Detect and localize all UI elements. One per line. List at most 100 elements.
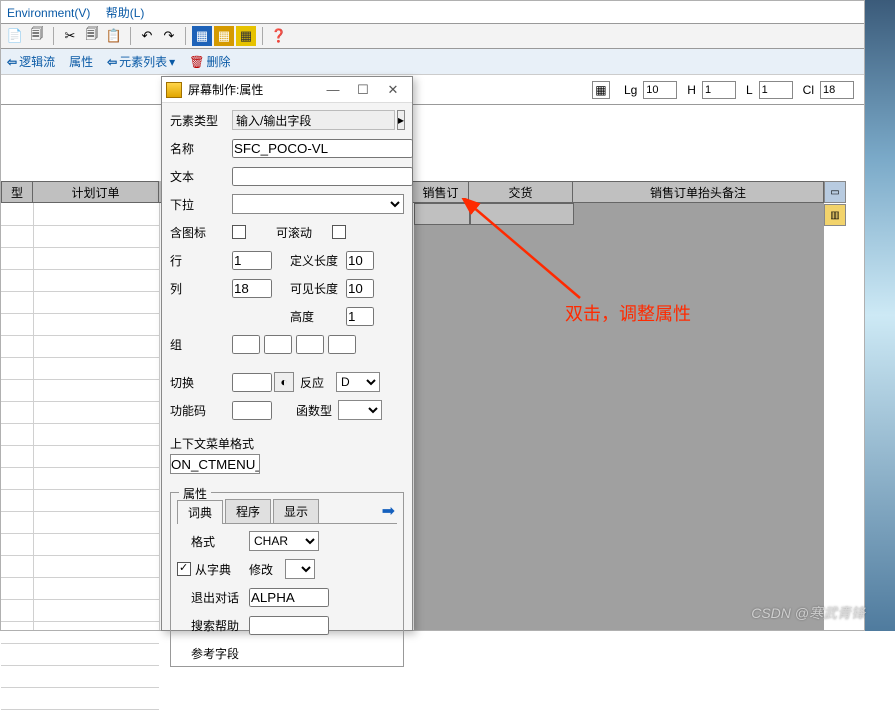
ftype-label: 函数型 [296, 402, 338, 419]
close-icon[interactable]: ✕ [378, 80, 408, 100]
switch-picker-icon[interactable]: ◐ [274, 372, 294, 392]
help-icon[interactable]: ❓ [269, 26, 289, 46]
col-plan-order[interactable]: 计划订单 [33, 181, 159, 202]
col-sales-order[interactable]: 销售订 [413, 181, 469, 202]
elem-type-picker-icon[interactable]: ▸ [397, 110, 405, 130]
text-input[interactable] [232, 167, 413, 186]
palette-layout[interactable]: ▥ [824, 204, 846, 226]
switch-label: 切换 [170, 374, 232, 391]
col-delivery[interactable]: 交货 [469, 181, 573, 202]
react-label: 反应 [300, 374, 336, 391]
dialog-titlebar[interactable]: 屏幕制作:属性 — ☐ ✕ [162, 77, 412, 103]
vislen-label: 可见长度 [290, 280, 346, 297]
tab-dictionary[interactable]: 词典 [177, 500, 223, 524]
group3-input[interactable] [296, 335, 324, 354]
scrollable-checkbox[interactable] [332, 225, 346, 239]
properties-dialog: 屏幕制作:属性 — ☐ ✕ 元素类型 ▸ 名称 文本 下拉 含图标 可滚动 [161, 76, 413, 631]
subbar-elemlist[interactable]: ⇦元素列表▾ [107, 53, 175, 70]
redo-icon[interactable]: ↷ [159, 26, 179, 46]
dialog-icon [166, 82, 182, 98]
desktop-edge [865, 0, 895, 631]
editor-canvas[interactable]: 型 计划订单 销售订 交货 销售订单抬头备注 ▭ ▥ [1, 109, 864, 630]
toolbar-btn-2[interactable]: 🗐 [27, 26, 47, 46]
react-select[interactable]: D [336, 372, 380, 392]
menubar: Environment(V) 帮助(L) [1, 1, 864, 23]
col-input[interactable] [232, 279, 272, 298]
ftype-select[interactable] [338, 400, 382, 420]
cut-icon[interactable]: ✂ [60, 26, 80, 46]
col-label: 列 [170, 280, 232, 297]
l-input[interactable] [759, 81, 793, 99]
fcode-label: 功能码 [170, 402, 232, 419]
format-select[interactable]: CHAR [249, 531, 319, 551]
undo-icon[interactable]: ↶ [137, 26, 157, 46]
toolbar-color-orange[interactable]: ▦ [214, 26, 234, 46]
tab-next-icon[interactable]: ➡ [382, 501, 397, 521]
col-type[interactable]: 型 [1, 181, 33, 202]
dialog-title: 屏幕制作:属性 [188, 81, 318, 98]
minimize-icon[interactable]: — [318, 80, 348, 100]
lg-input[interactable] [643, 81, 677, 99]
group2-input[interactable] [264, 335, 292, 354]
tab-display[interactable]: 显示 [273, 499, 319, 523]
info-bar: ▦ Lg H L Cl [1, 75, 864, 105]
annotation-text: 双击，调整属性 [565, 300, 691, 326]
group4-input[interactable] [328, 335, 356, 354]
exit-label: 退出对话 [191, 589, 249, 606]
deflen-input[interactable] [346, 251, 374, 270]
palette-control[interactable]: ▭ [824, 181, 846, 203]
search-input[interactable] [249, 616, 329, 635]
name-label: 名称 [170, 140, 232, 157]
exit-input[interactable] [249, 588, 329, 607]
app-window: Environment(V) 帮助(L) 📄 🗐 ✂ 🗐 📋 ↶ ↷ ▦ ▦ ▦… [0, 0, 865, 631]
modify-select[interactable] [285, 559, 315, 579]
h-input[interactable] [702, 81, 736, 99]
col-sales-note[interactable]: 销售订单抬头备注 [573, 181, 824, 202]
row-input[interactable] [232, 251, 272, 270]
dropdown-label: 下拉 [170, 196, 232, 213]
element-palette: ▭ ▥ [824, 181, 850, 227]
text-label: 文本 [170, 168, 232, 185]
modify-label: 修改 [249, 561, 285, 578]
ctxmenu-input[interactable] [170, 454, 260, 474]
deflen-label: 定义长度 [290, 252, 346, 269]
vislen-input[interactable] [346, 279, 374, 298]
maximize-icon[interactable]: ☐ [348, 80, 378, 100]
menu-help[interactable]: 帮助(L) [106, 6, 145, 20]
toolbar: 📄 🗐 ✂ 🗐 📋 ↶ ↷ ▦ ▦ ▦ ❓ [1, 23, 864, 49]
dropdown-select[interactable] [232, 194, 404, 214]
subbar-logic[interactable]: ⇦逻辑流 [7, 53, 55, 70]
subbar-remove[interactable]: 🗑删除 [189, 53, 230, 70]
paste-icon[interactable]: 📋 [104, 26, 124, 46]
canvas-inactive [414, 203, 824, 630]
h-label: H [687, 83, 696, 97]
name-input[interactable] [232, 139, 413, 158]
group-label: 组 [170, 336, 232, 353]
tab-program[interactable]: 程序 [225, 499, 271, 523]
toolbar-btn-1[interactable]: 📄 [5, 26, 25, 46]
menu-environment[interactable]: Environment(V) [7, 6, 90, 20]
height-label: 高度 [290, 308, 346, 325]
fromdict-label: 从字典 [195, 561, 249, 578]
reffield-label: 参考字段 [191, 645, 249, 662]
height-input[interactable] [346, 307, 374, 326]
toolbar-color-blue[interactable]: ▦ [192, 26, 212, 46]
ctxmenu-label: 上下文菜单格式 [170, 435, 404, 452]
lg-label: Lg [624, 83, 637, 97]
toolbar-color-yellow[interactable]: ▦ [236, 26, 256, 46]
sub-toolbar: ⇦逻辑流 属性 ⇦元素列表▾ 🗑删除 [1, 49, 864, 75]
hasicon-checkbox[interactable] [232, 225, 246, 239]
fromdict-checkbox[interactable] [177, 562, 191, 576]
copy-icon[interactable]: 🗐 [82, 26, 102, 46]
fcode-input[interactable] [232, 401, 272, 420]
grid-icon[interactable]: ▦ [592, 81, 610, 99]
scrollable-label: 可滚动 [276, 224, 332, 241]
cl-input[interactable] [820, 81, 854, 99]
switch-input[interactable] [232, 373, 272, 392]
hasicon-label: 含图标 [170, 224, 232, 241]
watermark: CSDN @寒武青锋 [751, 603, 865, 623]
group1-input[interactable] [232, 335, 260, 354]
l-label: L [746, 83, 753, 97]
subbar-attr[interactable]: 属性 [69, 53, 93, 70]
elem-type-field [232, 110, 395, 130]
